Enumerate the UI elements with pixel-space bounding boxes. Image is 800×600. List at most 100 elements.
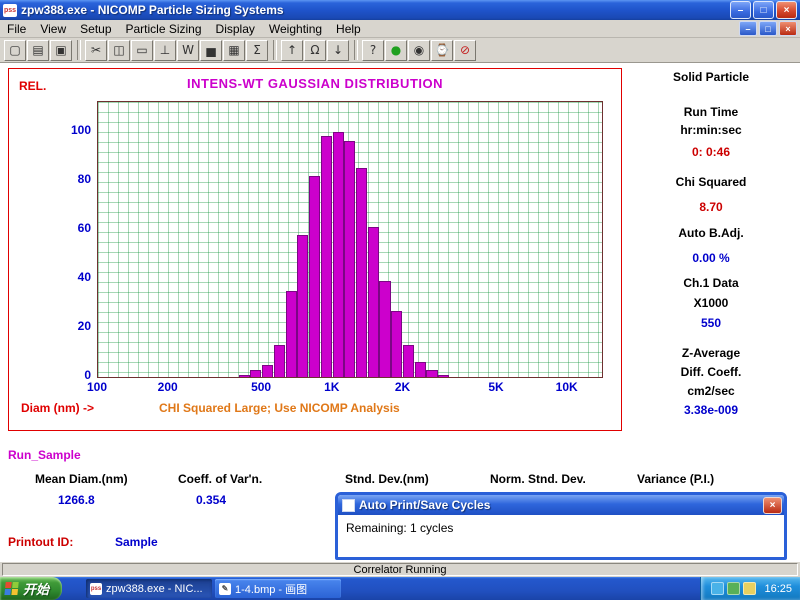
- histogram-bar: [297, 235, 308, 377]
- arrow-down-icon[interactable]: ↓: [327, 40, 349, 61]
- sum-icon[interactable]: Σ: [246, 40, 268, 61]
- dialog-close-button[interactable]: ×: [763, 497, 782, 514]
- column-header: Stnd. Dev.(nm): [345, 472, 429, 486]
- tray-icon-3[interactable]: [743, 582, 756, 595]
- new-file-icon[interactable]: ▢: [4, 40, 26, 61]
- stop-icon[interactable]: ⊘: [454, 40, 476, 61]
- z-average-label: Z-Average: [626, 346, 796, 360]
- menu-item-file[interactable]: File: [0, 20, 33, 38]
- x-tick-label: 500: [246, 380, 276, 394]
- menu-item-setup[interactable]: Setup: [73, 20, 118, 38]
- mdi-controls: – □ ×: [737, 21, 800, 36]
- go-indicator-icon[interactable]: ●: [385, 40, 407, 61]
- report-icon[interactable]: ◫: [108, 40, 130, 61]
- histogram-bar: [309, 176, 320, 377]
- column-header: Norm. Stnd. Dev.: [490, 472, 586, 486]
- timer-icon[interactable]: ⌚: [431, 40, 453, 61]
- arrow-up-icon[interactable]: ↑: [281, 40, 303, 61]
- histogram-bar: [415, 362, 426, 377]
- plot-box-icon[interactable]: ▭: [131, 40, 153, 61]
- title-bar[interactable]: pss zpw388.exe - NICOMP Particle Sizing …: [0, 0, 800, 20]
- histogram-icon[interactable]: ▅: [200, 40, 222, 61]
- histogram-bar: [250, 370, 261, 377]
- histogram-bar: [438, 375, 449, 378]
- diff-coeff-units: cm2/sec: [626, 384, 796, 398]
- taskbar-clock[interactable]: 16:25: [764, 583, 792, 595]
- menu-item-particle-sizing[interactable]: Particle Sizing: [119, 20, 209, 38]
- histogram-bar: [356, 168, 367, 377]
- application-window: pss zpw388.exe - NICOMP Particle Sizing …: [0, 0, 800, 600]
- x-axis-labels: 1002005001K2K5K10K: [97, 380, 601, 394]
- dialog-body-text: Remaining: 1 cycles: [338, 515, 784, 541]
- y-axis-labels: 020406080100: [53, 101, 91, 376]
- x-tick-label: 10K: [552, 380, 582, 394]
- run-sample-label: Run_Sample: [8, 448, 81, 462]
- window-title: zpw388.exe - NICOMP Particle Sizing Syst…: [21, 3, 728, 17]
- chi-squared-warning: CHI Squared Large; Use NICOMP Analysis: [159, 401, 400, 415]
- tray-icon-2[interactable]: [727, 582, 740, 595]
- chart-title: INTENS-WT GAUSSIAN DISTRIBUTION: [9, 76, 621, 91]
- diff-coeff-value: 3.38e-009: [626, 403, 796, 417]
- menu-item-help[interactable]: Help: [329, 20, 368, 38]
- paint-icon: ✎: [219, 583, 231, 595]
- histogram-bar: [426, 370, 437, 377]
- mdi-restore-button[interactable]: □: [759, 21, 777, 36]
- menu-bar: FileViewSetupParticle SizingDisplayWeigh…: [0, 20, 800, 38]
- auto-print-dialog: Auto Print/Save Cycles × Remaining: 1 cy…: [335, 492, 787, 560]
- maximize-button[interactable]: □: [753, 1, 774, 19]
- tray-icon-1[interactable]: [711, 582, 724, 595]
- task-buttons: psszpw388.exe - NIC... ✎ 1-4.bmp - 画图: [86, 577, 344, 600]
- status-bar: Correlator Running: [0, 561, 800, 577]
- column-header: Variance (P.I.): [637, 472, 714, 486]
- run-time-value: 0: 0:46: [626, 145, 796, 159]
- weighting-icon[interactable]: W: [177, 40, 199, 61]
- run-time-units: hr:min:sec: [626, 123, 796, 137]
- x-tick-label: 2K: [388, 380, 418, 394]
- toolbar: ▢▤▣ ✂◫▭⊥W▅▦Σ ↑Ω↓?●◉⌚⊘: [0, 38, 800, 63]
- status-message: Correlator Running: [2, 563, 798, 576]
- mean-diam-value: 1266.8: [58, 493, 95, 507]
- dialog-title-bar[interactable]: Auto Print/Save Cycles ×: [338, 495, 784, 515]
- mdi-close-button[interactable]: ×: [779, 21, 797, 36]
- ch1-data-label: Ch.1 Data: [626, 276, 796, 290]
- y-tick-label: 20: [53, 319, 91, 333]
- diff-coeff-label: Diff. Coeff.: [626, 365, 796, 379]
- client-area: REL. INTENS-WT GAUSSIAN DISTRIBUTION 020…: [0, 63, 800, 561]
- camera-icon[interactable]: ◉: [408, 40, 430, 61]
- minimize-button[interactable]: –: [730, 1, 751, 19]
- mdi-minimize-button[interactable]: –: [739, 21, 757, 36]
- taskbar-task-pss[interactable]: psszpw388.exe - NIC...: [86, 579, 212, 598]
- toolbar-separator: [273, 40, 277, 60]
- histogram-bar: [321, 136, 332, 377]
- close-button[interactable]: ×: [776, 1, 797, 19]
- save-icon[interactable]: ▣: [50, 40, 72, 61]
- start-button[interactable]: 开始: [0, 577, 62, 600]
- grid-icon[interactable]: ▦: [223, 40, 245, 61]
- open-folder-icon[interactable]: ▤: [27, 40, 49, 61]
- stats-panel: Solid Particle Run Time hr:min:sec 0: 0:…: [626, 68, 796, 428]
- chi-squared-label: Chi Squared: [626, 175, 796, 189]
- menu-item-view[interactable]: View: [33, 20, 73, 38]
- y-tick-label: 80: [53, 172, 91, 186]
- task-label: 1-4.bmp - 画图: [235, 581, 307, 597]
- histogram-bar: [274, 345, 285, 377]
- app-icon: pss: [3, 4, 17, 17]
- toolbar-separator: [354, 40, 358, 60]
- axes-icon[interactable]: ⊥: [154, 40, 176, 61]
- toolbar-separator: [77, 40, 81, 60]
- coeff-var-value: 0.354: [196, 493, 226, 507]
- help-icon[interactable]: ?: [362, 40, 384, 61]
- histogram-bar: [368, 227, 379, 377]
- column-header: Mean Diam.(nm): [35, 472, 128, 486]
- menu-item-display[interactable]: Display: [209, 20, 262, 38]
- menu-item-weighting[interactable]: Weighting: [262, 20, 329, 38]
- omega-icon[interactable]: Ω: [304, 40, 326, 61]
- histogram-bar: [344, 141, 355, 377]
- y-tick-label: 40: [53, 270, 91, 284]
- x-tick-label: 1K: [317, 380, 347, 394]
- y-tick-label: 60: [53, 221, 91, 235]
- taskbar-task-paint[interactable]: ✎ 1-4.bmp - 画图: [215, 579, 341, 598]
- chart-frame: REL. INTENS-WT GAUSSIAN DISTRIBUTION 020…: [8, 68, 622, 431]
- tray-icons: [711, 582, 756, 595]
- cut-icon[interactable]: ✂: [85, 40, 107, 61]
